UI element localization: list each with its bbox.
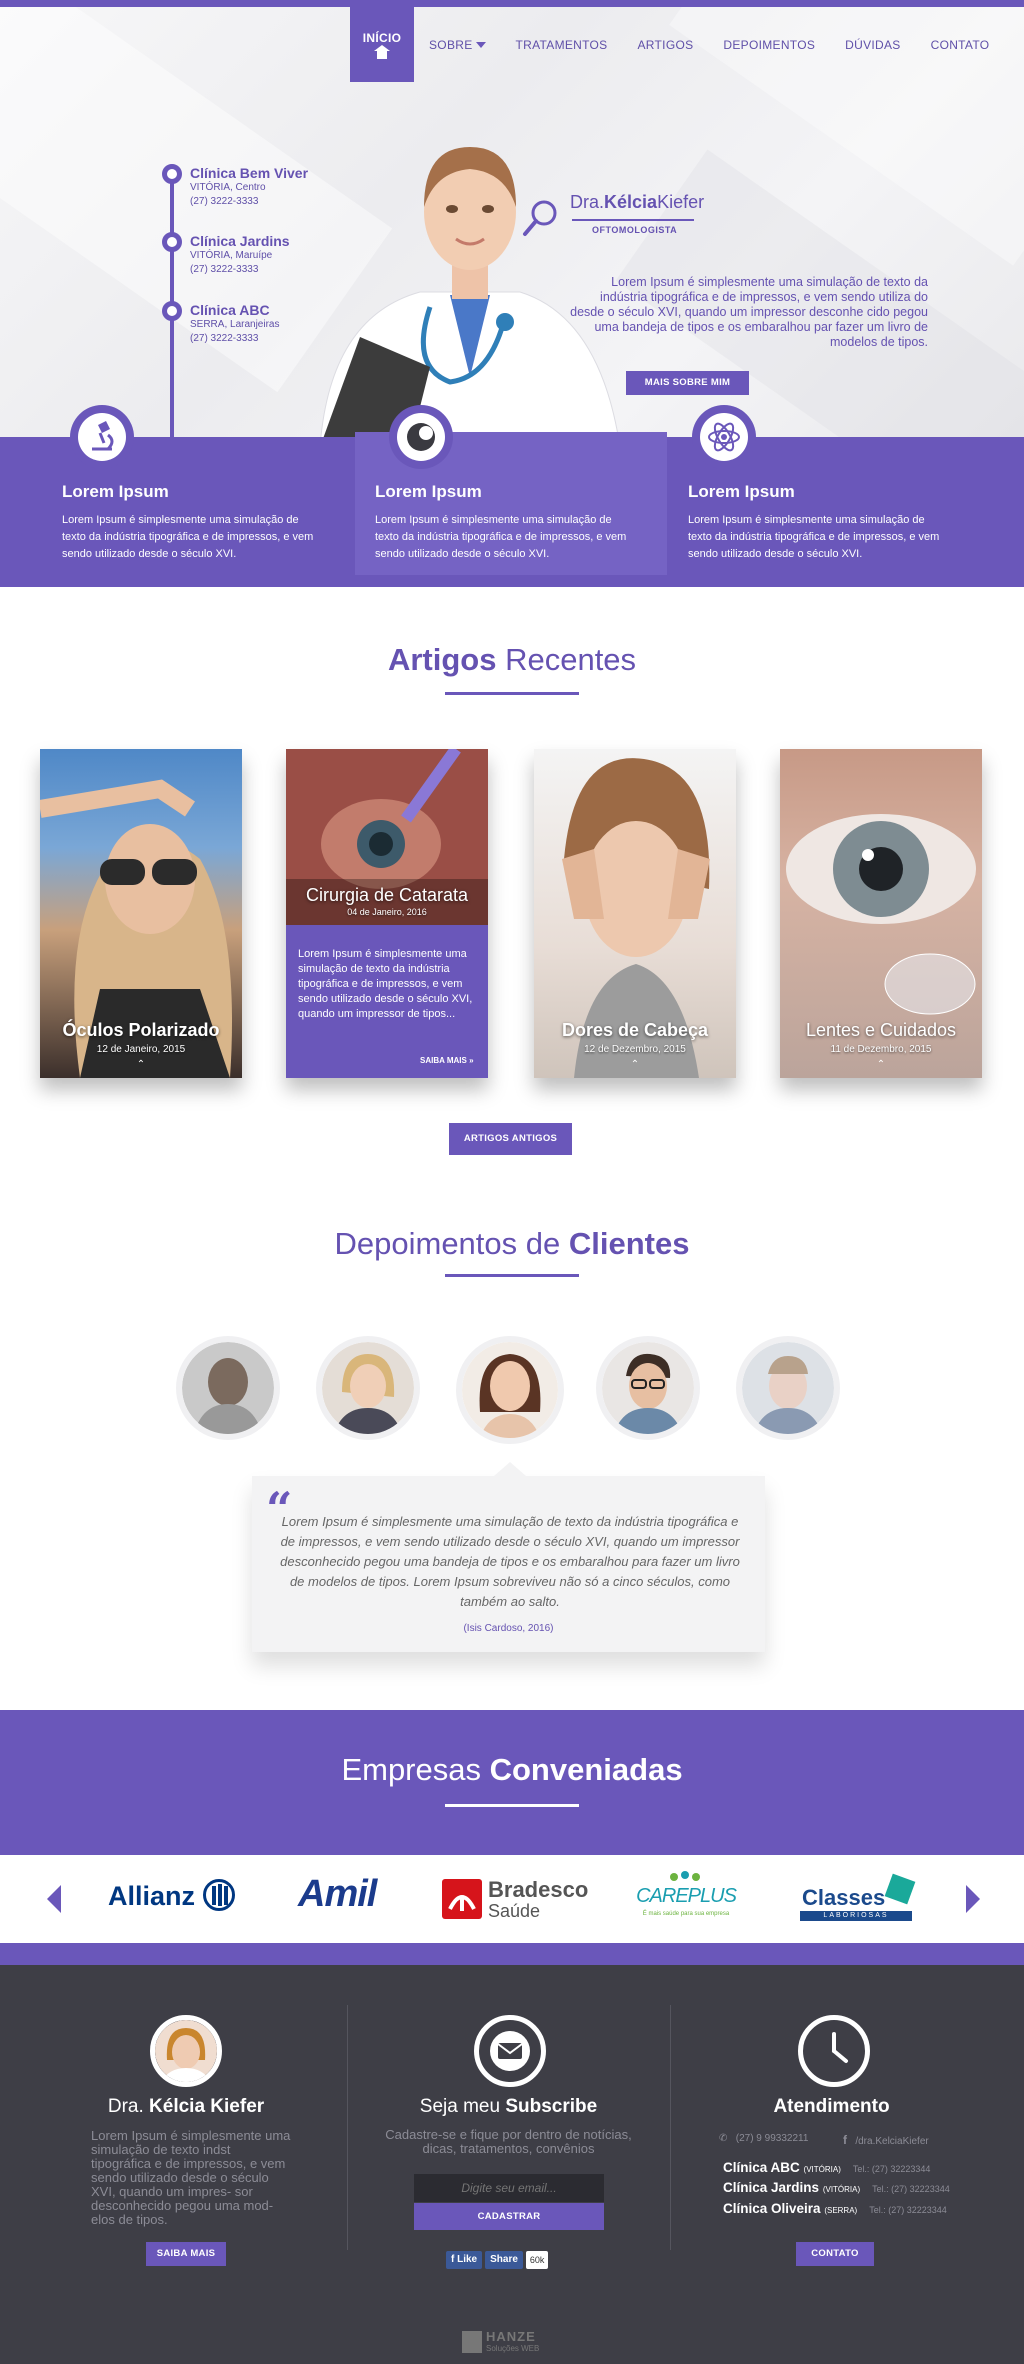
footer-more-button[interactable]: SAIBA MAIS <box>146 2242 226 2266</box>
footer-clinic-row: Clínica ABC (VITÓRIA) Tel.: (27) 32223344 <box>723 2160 931 2175</box>
footer-clinic-row: Clínica Oliveira (SERRA) Tel.: (27) 32223… <box>723 2201 947 2216</box>
footer: Dra. Kélcia Kiefer Lorem Ipsum é simples… <box>0 1965 1024 2364</box>
divider <box>670 2005 671 2250</box>
doctor-avatar <box>150 2015 222 2087</box>
main-nav: INÍCIO SOBRE TRATAMENTOS ARTIGOS DEPOIME… <box>350 7 1004 82</box>
nav-item-tratamentos[interactable]: TRATAMENTOS <box>501 7 623 82</box>
article-card[interactable]: Lentes e Cuidados 11 de Dezembro, 2015 ⌃ <box>780 749 982 1078</box>
divider <box>445 1804 579 1807</box>
features-band: Lorem Ipsum Lorem Ipsum é simplesmente u… <box>0 405 1024 587</box>
doctor-specialty: OFTOMOLOGISTA <box>592 225 678 235</box>
article-card[interactable]: Dores de Cabeça 12 de Dezembro, 2015 ⌃ <box>534 749 736 1078</box>
partners-logos: Allianz Amil Bradesco Saúde CAREPLUS É m… <box>0 1855 1024 1943</box>
partners-bottom-strip <box>0 1943 1024 1965</box>
bradesco-emblem-icon <box>442 1879 482 1919</box>
social-buttons: f Like Share 60k <box>446 2251 549 2269</box>
client-avatar[interactable] <box>182 1342 274 1434</box>
footer-about-title: Dra. Kélcia Kiefer <box>107 2096 265 2117</box>
hero-description: Lorem Ipsum é simplesmente uma simulação… <box>570 275 928 349</box>
share-count: 60k <box>525 2251 549 2269</box>
chevron-up-icon: ⌃ <box>630 1059 640 1070</box>
clock-icon <box>798 2015 870 2087</box>
microscope-icon <box>70 405 134 469</box>
hero-section: INÍCIO SOBRE TRATAMENTOS ARTIGOS DEPOIME… <box>0 7 1024 437</box>
nav-item-inicio[interactable]: INÍCIO <box>350 7 414 82</box>
magnifier-icon <box>523 200 557 236</box>
nav-item-duvidas[interactable]: DÚVIDAS <box>830 7 915 82</box>
divider <box>445 1274 579 1277</box>
facebook-contact[interactable]: f /dra.KelciaKiefer <box>843 2133 929 2147</box>
doctor-name: Dra.KélciaKiefer <box>570 192 705 212</box>
older-articles-button[interactable]: ARTIGOS ANTIGOS <box>449 1123 572 1155</box>
eye-icon <box>389 405 453 469</box>
clinic-item[interactable]: Clínica Jardins VITÓRIA, Maruípe (27) 32… <box>190 233 290 277</box>
home-icon <box>374 44 390 59</box>
careplus-people-icon <box>670 1871 700 1885</box>
article-card[interactable]: Cirurgia de Catarata 04 de Janeiro, 2016… <box>286 749 488 1078</box>
phone-icon: ✆ <box>719 2133 731 2144</box>
nav-item-contato[interactable]: CONTATO <box>916 7 1005 82</box>
client-avatar[interactable] <box>742 1342 834 1434</box>
nav-item-artigos[interactable]: ARTIGOS <box>623 7 709 82</box>
testimonials-title: Depoimentos de Clientes <box>334 1226 690 1261</box>
top-accent-bar <box>0 0 1024 7</box>
client-avatar[interactable] <box>322 1342 414 1434</box>
nav-item-sobre[interactable]: SOBRE <box>414 7 501 82</box>
testimonial-quote: “ Lorem Ipsum é simplesmente uma simulaç… <box>252 1462 765 1652</box>
caret-down-icon <box>475 41 486 48</box>
partners-title: Empresas Conveniadas <box>341 1752 683 1787</box>
clinic-item[interactable]: Clínica ABC SERRA, Laranjeiras (27) 3222… <box>190 302 279 346</box>
carousel-prev-icon[interactable] <box>47 1885 61 1913</box>
clinic-item[interactable]: Clínica Bem Viver VITÓRIA, Centro (27) 3… <box>190 165 308 209</box>
facebook-like-button[interactable]: f Like <box>446 2251 483 2269</box>
feature-item: Lorem Ipsum Lorem Ipsum é simplesmente u… <box>668 405 980 587</box>
phone-contact: ✆ (27) 9 99332211 <box>719 2133 809 2144</box>
subscribe-button[interactable]: CADASTRAR <box>414 2203 604 2230</box>
footer-subscribe-title: Seja meu Subscribe <box>419 2096 598 2117</box>
more-about-me-button[interactable]: MAIS SOBRE MIM <box>626 371 749 395</box>
feature-item: Lorem Ipsum Lorem Ipsum é simplesmente u… <box>355 405 667 575</box>
timeline-dot <box>162 232 182 252</box>
facebook-icon: f <box>843 2133 847 2147</box>
footer-service-title: Atendimento <box>773 2096 890 2117</box>
divider <box>347 2005 348 2250</box>
footer-clinic-row: Clínica Jardins (VITÓRIA) Tel.: (27) 3222… <box>723 2180 950 2195</box>
classes-emblem-icon <box>884 1873 916 1905</box>
article-card[interactable]: Óculos Polarizado 12 de Janeiro, 2015 ⌃ <box>40 749 242 1078</box>
divider <box>445 692 579 695</box>
read-more-link[interactable]: SAIBA MAIS » <box>420 1056 474 1065</box>
allianz-emblem-icon <box>202 1879 235 1911</box>
partner-logo-classes[interactable]: Classes LABORIOSAS <box>800 1873 916 1925</box>
timeline-dot <box>162 164 182 184</box>
client-avatar[interactable] <box>602 1342 694 1434</box>
partner-logo-careplus[interactable]: CAREPLUS É mais saúde para sua empresa <box>632 1871 740 1927</box>
divider <box>572 219 694 221</box>
chevron-up-icon: ⌃ <box>136 1059 146 1070</box>
email-input[interactable] <box>414 2174 604 2202</box>
feature-item: Lorem Ipsum Lorem Ipsum é simplesmente u… <box>42 405 354 587</box>
facebook-share-button[interactable]: Share <box>485 2251 523 2269</box>
partners-band: Empresas Conveniadas <box>0 1710 1024 1855</box>
articles-title: Artigos Recentes <box>387 642 637 677</box>
contact-button[interactable]: CONTATO <box>796 2242 874 2266</box>
chevron-up-icon: ⌃ <box>876 1059 886 1070</box>
atom-icon <box>692 405 756 469</box>
carousel-next-icon[interactable] <box>966 1885 980 1913</box>
partner-logo-amil[interactable]: Amil <box>298 1873 377 1916</box>
client-avatar-active[interactable] <box>462 1342 558 1438</box>
timeline-dot <box>162 301 182 321</box>
hanze-logo-icon <box>462 2331 482 2353</box>
partner-logo-allianz[interactable]: Allianz <box>108 1879 235 1912</box>
envelope-icon <box>474 2015 546 2087</box>
double-chevron-right-icon: » <box>469 1056 474 1065</box>
nav-item-depoimentos[interactable]: DEPOIMENTOS <box>708 7 830 82</box>
